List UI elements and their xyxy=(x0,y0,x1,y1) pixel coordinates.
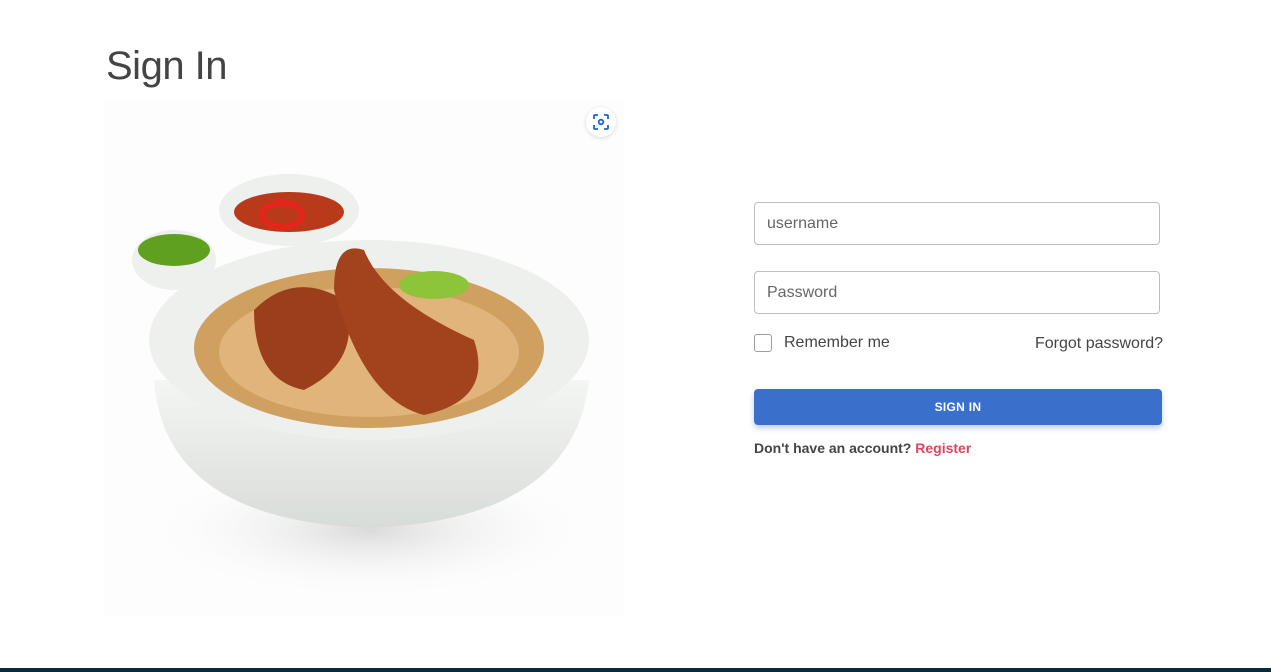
page-title: Sign In xyxy=(106,44,228,88)
username-input[interactable] xyxy=(754,202,1160,245)
sign-in-button[interactable]: SIGN IN xyxy=(754,389,1162,425)
remember-me-checkbox[interactable]: Remember me xyxy=(754,334,890,352)
password-input[interactable] xyxy=(754,271,1160,314)
forgot-password-link[interactable]: Forgot password? xyxy=(1035,335,1163,353)
image-search-icon xyxy=(593,114,609,130)
register-prompt: Don't have an account? Register xyxy=(754,440,971,456)
image-search-button[interactable] xyxy=(586,107,616,137)
register-link[interactable]: Register xyxy=(915,440,971,456)
register-prompt-text: Don't have an account? xyxy=(754,440,912,456)
biryani-illustration xyxy=(132,174,599,600)
remember-me-label: Remember me xyxy=(784,334,890,351)
footer-bar xyxy=(0,668,1271,672)
checkbox-icon[interactable] xyxy=(754,334,772,352)
food-image xyxy=(104,100,624,617)
